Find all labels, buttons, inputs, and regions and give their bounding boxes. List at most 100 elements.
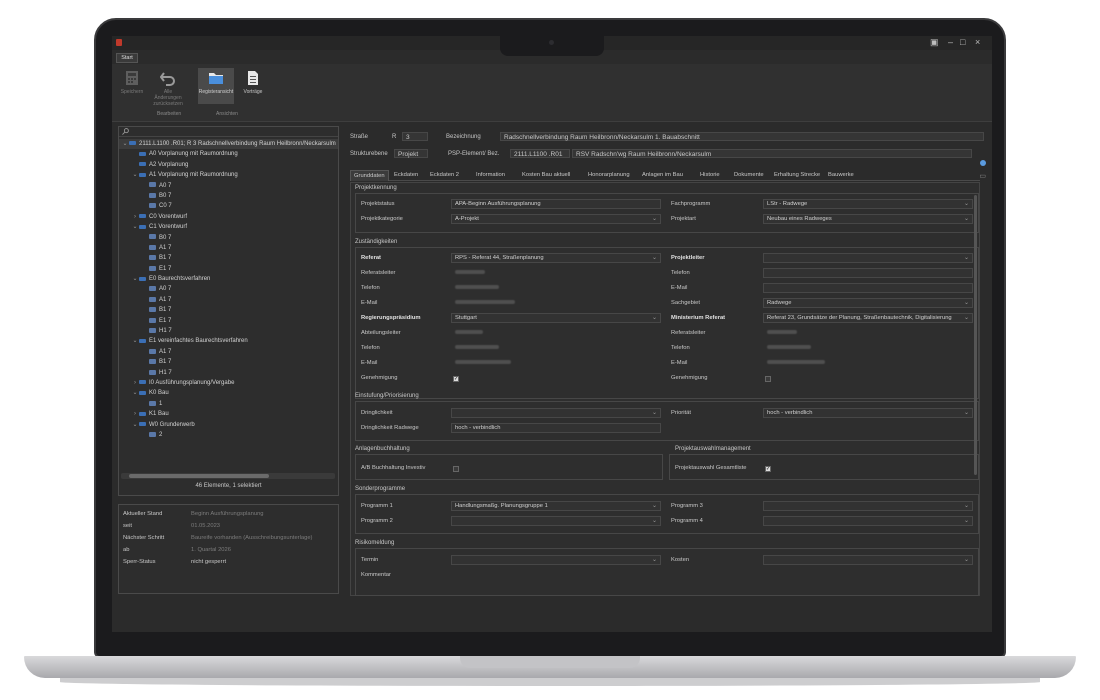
- maximize-icon[interactable]: □: [960, 37, 965, 47]
- termin-select[interactable]: ⌄: [451, 555, 661, 565]
- tree-item-label: 2: [159, 431, 163, 438]
- programm4-select[interactable]: ⌄: [763, 516, 973, 526]
- chevron-down-icon[interactable]: ⌄: [131, 420, 139, 430]
- form-vertical-scrollbar[interactable]: [973, 185, 978, 595]
- fachprogramm-select[interactable]: LStr - Radwege ⌄: [763, 199, 973, 209]
- chevron-right-icon[interactable]: ›: [131, 212, 139, 222]
- chevron-right-icon[interactable]: ›: [131, 378, 139, 388]
- tab-eckdaten[interactable]: Eckdaten: [394, 170, 418, 181]
- tree-item[interactable]: ⌄ W0 Grunderwerb: [119, 420, 338, 430]
- app-menu-icon[interactable]: ▣: [930, 37, 939, 48]
- tree-item[interactable]: ⌄ K0 Bau: [119, 388, 338, 398]
- bezeichnung-field[interactable]: Radschnellverbindung Raum Heilbronn/Neck…: [500, 132, 984, 141]
- tab-erhaltung-strecke[interactable]: Erhaltung Strecke: [774, 170, 820, 181]
- tree-item[interactable]: A0 7: [119, 181, 338, 191]
- document-icon: [248, 71, 258, 85]
- dringlichkeit-radwege-label: Dringlichkeit Radwege: [361, 425, 419, 431]
- tree-item[interactable]: 2: [119, 430, 338, 440]
- tab-eckdaten-2[interactable]: Eckdaten 2: [430, 170, 459, 181]
- rp-genehmigung-checkbox[interactable]: ✓: [453, 376, 459, 382]
- tree-item[interactable]: A1 7: [119, 347, 338, 357]
- tree-item[interactable]: ⌄ C1 Vorentwurf: [119, 222, 338, 232]
- tree-item[interactable]: › K1 Bau: [119, 409, 338, 419]
- ribbon-tab-start[interactable]: Start: [116, 53, 138, 63]
- tree-item[interactable]: E1 7: [119, 264, 338, 274]
- folder-outline-icon[interactable]: ▭: [979, 172, 986, 180]
- tree-item[interactable]: A0 7: [119, 284, 338, 294]
- chevron-down-icon[interactable]: ⌄: [131, 274, 139, 284]
- tab-dokumente[interactable]: Dokumente: [734, 170, 764, 181]
- tree-item[interactable]: › C0 Vorentwurf: [119, 212, 338, 222]
- tree-item[interactable]: ⌄ E1 vereinfachtes Baurechtsverfahren: [119, 336, 338, 346]
- tree-item[interactable]: A2 Vorplanung: [119, 160, 338, 170]
- dringlichkeit-select[interactable]: ⌄: [451, 408, 661, 418]
- tree-item[interactable]: 1: [119, 399, 338, 409]
- tab-kosten-bau-aktuell[interactable]: Kosten Bau aktuell: [522, 170, 570, 181]
- tab-grunddaten[interactable]: Grunddaten: [350, 170, 389, 181]
- tree-item[interactable]: A1 7: [119, 243, 338, 253]
- programm1-select[interactable]: Handlungsmaßg. Planungsgruppe 1 ⌄: [451, 501, 661, 511]
- tab-historie[interactable]: Historie: [700, 170, 720, 181]
- chevron-down-icon[interactable]: ⌄: [131, 388, 139, 398]
- projektleiter-telefon-field[interactable]: [763, 268, 973, 278]
- tree-item[interactable]: ⌄ 2111.L1100 .R01; R 3 Radschnellverbindu…: [119, 139, 338, 150]
- dringlichkeit-radwege-field[interactable]: hoch - verbindlich: [451, 423, 661, 433]
- kosten-select[interactable]: ⌄: [763, 555, 973, 565]
- tree-horizontal-scrollbar[interactable]: [121, 473, 335, 479]
- info-icon[interactable]: [980, 160, 986, 166]
- register-view-button[interactable]: Registeransicht: [198, 68, 234, 104]
- programm2-select[interactable]: ⌄: [451, 516, 661, 526]
- tree-item[interactable]: B1 7: [119, 357, 338, 367]
- chevron-down-icon[interactable]: ⌄: [131, 336, 139, 346]
- tree-item[interactable]: A1 7: [119, 295, 338, 305]
- chevron-down-icon: ⌄: [963, 255, 969, 261]
- tree-item[interactable]: B0 7: [119, 191, 338, 201]
- tree-item[interactable]: H1 7: [119, 368, 338, 378]
- chevron-down-icon: ⌄: [651, 557, 657, 563]
- sachgebiet-select[interactable]: Radwege ⌄: [763, 298, 973, 308]
- ministerium-genehmigung-checkbox[interactable]: [765, 376, 771, 382]
- phase-icon: [139, 411, 146, 416]
- tree-item[interactable]: A0 Vorplanung mit Raumordnung: [119, 149, 338, 159]
- ministerium-referat-select[interactable]: Referat 23, Grundsätze der Planung, Stra…: [763, 313, 973, 323]
- tab-anlagen-im-bau[interactable]: Anlagen im Bau: [642, 170, 683, 181]
- tree-item[interactable]: E1 7: [119, 316, 338, 326]
- projektstatus-field[interactable]: APA-Beginn Ausführungsplanung: [451, 199, 661, 209]
- projektleiter-select[interactable]: ⌄: [763, 253, 973, 263]
- strukturebene-field[interactable]: Projekt: [394, 149, 428, 158]
- minimize-icon[interactable]: –: [948, 37, 953, 47]
- tree-item[interactable]: B0 7: [119, 233, 338, 243]
- tab-bauwerke[interactable]: Bauwerke: [828, 170, 854, 181]
- tree-item[interactable]: H1 7: [119, 326, 338, 336]
- ministerium-referatsleiter-value: [763, 328, 973, 338]
- chevron-down-icon[interactable]: ⌄: [131, 170, 139, 180]
- tree-item[interactable]: B1 7: [119, 253, 338, 263]
- projektleiter-email-field[interactable]: [763, 283, 973, 293]
- projektart-select[interactable]: Neubau eines Radweges ⌄: [763, 214, 973, 224]
- tab-information[interactable]: Information: [476, 170, 505, 181]
- save-button[interactable]: Speichern: [114, 68, 150, 104]
- regierungspraesidium-select[interactable]: Stuttgart ⌄: [451, 313, 661, 323]
- tree-item[interactable]: C0 7: [119, 201, 338, 211]
- vortraege-button[interactable]: Vorträge: [235, 68, 271, 104]
- chevron-down-icon[interactable]: ⌄: [131, 222, 139, 232]
- close-icon[interactable]: ×: [975, 37, 980, 47]
- programm3-select[interactable]: ⌄: [763, 501, 973, 511]
- psp-description-field[interactable]: RSV Radschn'wg Raum Heilbronn/Neckarsulm: [572, 149, 972, 158]
- projektauswahl-checkbox[interactable]: ✓: [765, 466, 771, 472]
- tree-item[interactable]: B1 7: [119, 305, 338, 315]
- referat-select[interactable]: RPS - Referat 44, Straßenplanung ⌄: [451, 253, 661, 263]
- chevron-down-icon[interactable]: ⌄: [121, 139, 129, 149]
- ab-buchhaltung-checkbox[interactable]: [453, 466, 459, 472]
- chevron-right-icon[interactable]: ›: [131, 409, 139, 419]
- strasse-number-field[interactable]: 3: [402, 132, 428, 141]
- projektkategorie-select[interactable]: A-Projekt ⌄: [451, 214, 661, 224]
- reset-all-button[interactable]: Alle Änderungen zurücksetzen: [150, 68, 186, 107]
- psp-field[interactable]: 2111.L1100 .R01: [510, 149, 570, 158]
- prioritaet-select[interactable]: hoch - verbindlich ⌄: [763, 408, 973, 418]
- tab-honorarplanung[interactable]: Honorarplanung: [588, 170, 630, 181]
- tree-search[interactable]: [119, 127, 338, 137]
- tree-item[interactable]: ⌄ A1 Vorplanung mit Raumordnung: [119, 170, 338, 180]
- tree-item[interactable]: ⌄ E0 Baurechtsverfahren: [119, 274, 338, 284]
- tree-item[interactable]: › I0 Ausführungsplanung/Vergabe: [119, 378, 338, 388]
